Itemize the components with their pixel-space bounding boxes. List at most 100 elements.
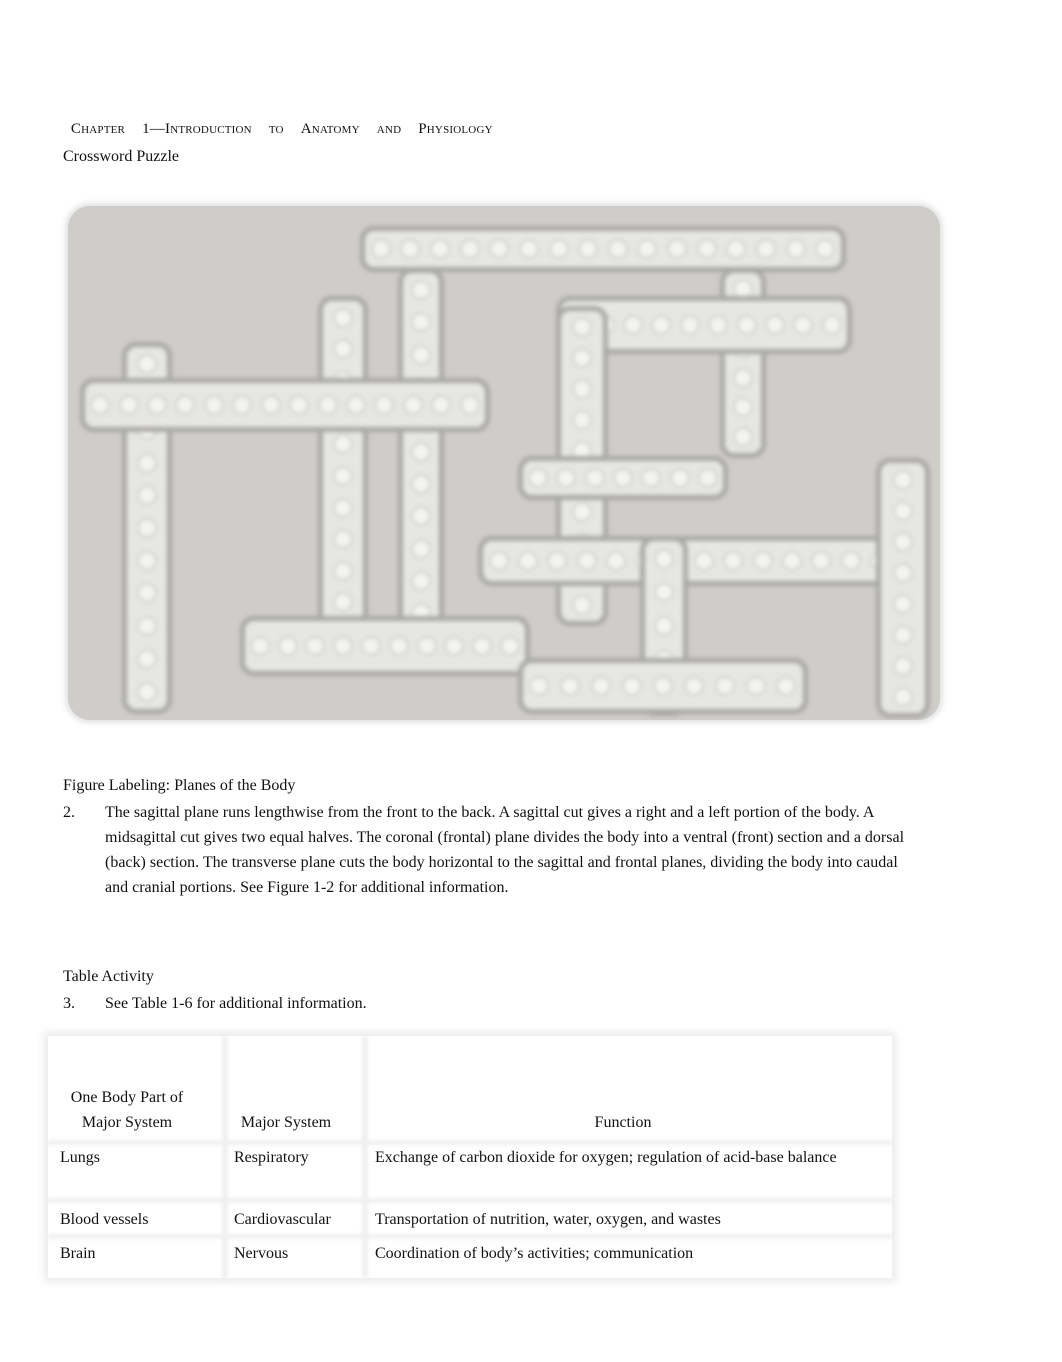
chapter-word: Physiology [418,121,493,137]
cell-system: Cardiovascular [234,1211,331,1228]
table-activity-answer: 3. See Table 1-6 for additional informat… [63,991,923,1016]
crossword-word-strip [478,536,930,586]
crossword-cell [895,502,911,519]
crossword-cell [813,553,830,569]
cell-part: Lungs [60,1149,100,1166]
column-header-system: Major System [240,1114,332,1131]
crossword-cell [728,241,745,257]
crossword-cell [735,280,751,297]
cell-function: Coordination of body’s activities; commu… [375,1245,694,1262]
crossword-cell [413,346,429,363]
crossword-cell [725,553,742,569]
crossword-cell [413,573,429,590]
item-number: 3. [63,995,75,1012]
crossword-cell [335,341,351,358]
crossword-cell [335,436,351,453]
crossword-cell [413,314,429,331]
crossword-cell [139,356,155,373]
chapter-heading: Chapter 1—Introduction to Anatomy and Physiol… [63,104,510,138]
crossword-cell [418,638,435,654]
crossword-cell [319,397,336,413]
crossword-cell [735,429,751,446]
cell-part: Blood vessels [60,1211,149,1228]
crossword-cell [291,397,308,413]
crossword-cell [681,317,698,333]
crossword-cell [895,626,911,643]
crossword-cell [766,317,783,333]
crossword-cell [139,618,155,635]
crossword-cell [549,553,566,569]
crossword-cell [578,553,595,569]
crossword-cell [335,638,352,654]
crossword-cell [307,638,324,654]
crossword-cell [474,638,491,654]
crossword-cell [562,678,579,694]
crossword-word-strip [518,658,808,714]
crossword-cell [842,553,859,569]
crossword-cell [348,397,364,413]
item-number: 2. [63,804,75,821]
crossword-word-strip [876,458,930,718]
chapter-word: Anatomy [300,121,360,137]
crossword-cell [580,241,597,257]
crossword-cell [139,552,155,569]
crossword-cell [574,350,590,367]
crossword-word-strip [398,268,444,668]
crossword-cell [335,309,351,326]
crossword-cell [895,564,911,581]
crossword-cell [787,241,804,257]
crossword-cell [624,317,641,333]
crossword-cell [376,397,393,413]
crossword-cell [402,241,419,257]
crossword-cell [783,553,800,569]
column-header-part: One Body Part of Major System [70,1089,184,1131]
crossword-cell [335,531,351,548]
crossword-cell [574,380,590,397]
crossword-cell [624,678,641,694]
crossword-cell [710,317,727,333]
crossword-cell [139,585,155,602]
crossword-cell [656,617,672,634]
crossword-cell [120,397,137,413]
crossword-puzzle [68,206,940,720]
crossword-cell [413,443,429,460]
crossword-cell [413,508,429,525]
crossword-cell [461,397,478,413]
crossword-cell [654,678,671,694]
crossword-cell [671,470,688,486]
crossword-cell [461,241,478,257]
crossword-cell [699,470,716,486]
cell-function: Exchange of carbon dioxide for oxygen; r… [375,1149,837,1166]
chapter-word: and [376,121,402,137]
crossword-cell [139,683,155,700]
crossword-word-strip [240,616,530,676]
crossword-cell [363,638,380,654]
cell-part: Brain [60,1245,96,1262]
crossword-cell [139,487,155,504]
crossword-cell [738,317,755,333]
crossword-cell [609,241,626,257]
crossword-cell [490,553,507,569]
crossword-cell [895,471,911,488]
crossword-cell [895,533,911,550]
table-activity-title: Table Activity [63,968,154,985]
crossword-cell [735,399,751,416]
crossword-cell [895,688,911,705]
crossword-cell [433,397,450,413]
crossword-cell [574,504,590,521]
crossword-cell [177,397,194,413]
crossword-cell [262,397,279,413]
column-divider [222,1036,228,1278]
crossword-grid [68,206,940,720]
crossword-cell [491,241,508,257]
row-divider [48,1198,892,1203]
crossword-cell [335,467,351,484]
crossword-cell [574,411,590,428]
crossword-cell [653,317,670,333]
answer-text: The sagittal plane runs lengthwise from … [105,804,905,896]
crossword-word-strip [80,378,490,432]
systems-table: One Body Part of Major System Major Syst… [48,1036,892,1278]
crossword-cell [778,678,795,694]
crossword-cell [520,241,537,257]
crossword-cell [747,678,764,694]
